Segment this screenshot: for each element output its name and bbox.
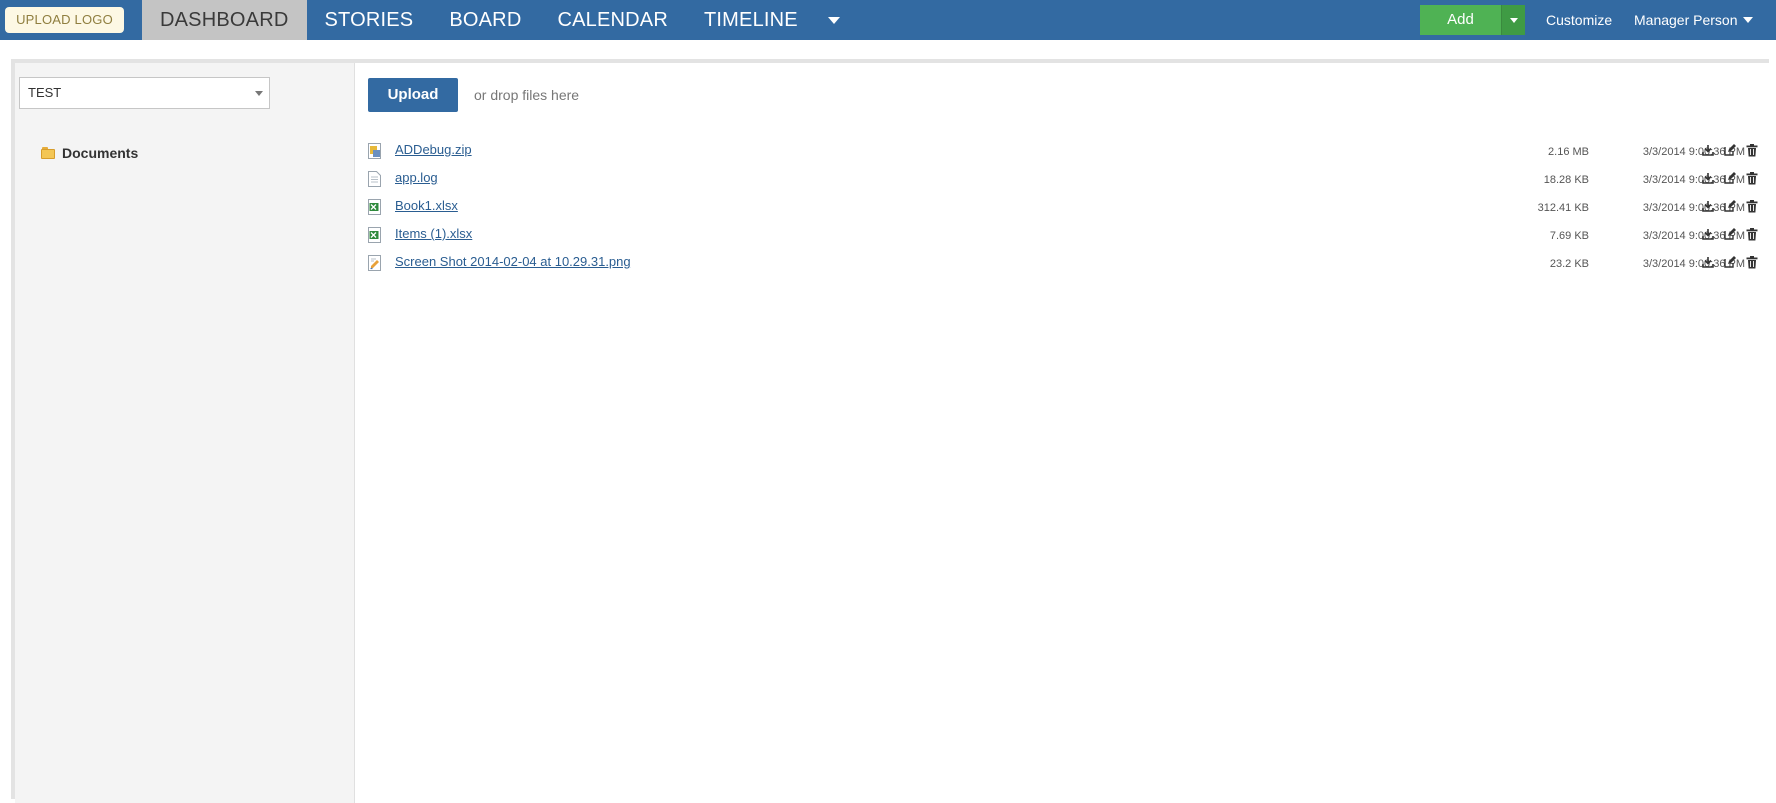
tab-stories[interactable]: STORIES (307, 0, 432, 40)
edit-icon[interactable] (1723, 171, 1737, 185)
project-select-value: TEST (28, 85, 62, 100)
trash-icon[interactable] (1745, 199, 1759, 213)
file-size: 2.16 MB (1548, 146, 1589, 158)
add-button[interactable]: Add (1420, 5, 1501, 35)
top-navigation-bar: UPLOAD LOGO DASHBOARD STORIES BOARD CALE… (0, 0, 1776, 40)
chevron-down-icon (255, 91, 263, 96)
file-row: app.log 18.28 KB 3/3/2014 9:00:36 PM (368, 165, 1769, 193)
folder-documents[interactable]: Documents (41, 145, 138, 161)
file-actions (1701, 171, 1759, 185)
customize-link[interactable]: Customize (1546, 0, 1612, 40)
trash-icon[interactable] (1745, 171, 1759, 185)
content-frame: TEST Documents Upload or drop files here… (11, 59, 1769, 803)
edit-icon[interactable] (1723, 199, 1737, 213)
edit-icon[interactable] (1723, 227, 1737, 241)
file-size: 18.28 KB (1543, 174, 1589, 186)
image-file-icon (368, 255, 382, 271)
download-icon[interactable] (1701, 227, 1715, 241)
edit-icon[interactable] (1723, 255, 1737, 269)
zip-file-icon (368, 143, 382, 159)
text-file-icon (368, 171, 382, 187)
file-name-link[interactable]: Screen Shot 2014-02-04 at 10.29.31.png (395, 254, 631, 269)
file-actions (1701, 227, 1759, 241)
upload-button[interactable]: Upload (368, 78, 458, 112)
file-actions (1701, 255, 1759, 269)
file-name-link[interactable]: app.log (395, 170, 438, 185)
file-row: Items (1).xlsx 7.69 KB 3/3/2014 9:00:36 … (368, 221, 1769, 249)
add-button-group: Add (1420, 5, 1525, 35)
file-row: Screen Shot 2014-02-04 at 10.29.31.png 2… (368, 249, 1769, 277)
download-icon[interactable] (1701, 143, 1715, 157)
chevron-down-icon (1509, 17, 1518, 23)
download-icon[interactable] (1701, 171, 1715, 185)
download-icon[interactable] (1701, 199, 1715, 213)
file-row: ADDebug.zip 2.16 MB 3/3/2014 9:00:36 PM (368, 137, 1769, 165)
folder-label: Documents (62, 145, 139, 161)
trash-icon[interactable] (1745, 227, 1759, 241)
file-list: ADDebug.zip 2.16 MB 3/3/2014 9:00:36 PM … (368, 137, 1769, 277)
folder-icon (41, 146, 55, 159)
drop-zone-hint[interactable]: or drop files here (474, 78, 579, 112)
download-icon[interactable] (1701, 255, 1715, 269)
file-name-link[interactable]: Items (1).xlsx (395, 226, 472, 241)
excel-file-icon (368, 199, 382, 215)
trash-icon[interactable] (1745, 143, 1759, 157)
chevron-down-icon (1742, 17, 1753, 23)
tab-board[interactable]: BOARD (431, 0, 539, 40)
file-actions (1701, 199, 1759, 213)
tab-calendar[interactable]: CALENDAR (539, 0, 686, 40)
tab-timeline[interactable]: TIMELINE (686, 0, 816, 40)
tab-dashboard[interactable]: DASHBOARD (142, 0, 307, 40)
file-panel: Upload or drop files here ADDebug.zip 2.… (356, 63, 1769, 803)
upload-logo-button[interactable]: UPLOAD LOGO (5, 7, 124, 33)
file-size: 312.41 KB (1537, 202, 1589, 214)
user-name: Manager Person (1634, 12, 1738, 28)
trash-icon[interactable] (1745, 255, 1759, 269)
project-select[interactable]: TEST (19, 77, 270, 109)
edit-icon[interactable] (1723, 143, 1737, 157)
main-nav: DASHBOARD STORIES BOARD CALENDAR TIMELIN… (142, 0, 852, 40)
file-size: 7.69 KB (1549, 230, 1589, 242)
file-name-link[interactable]: Book1.xlsx (395, 198, 458, 213)
add-dropdown-toggle[interactable] (1501, 5, 1525, 35)
file-name-link[interactable]: ADDebug.zip (395, 142, 472, 157)
sidebar: TEST Documents (15, 63, 355, 803)
file-row: Book1.xlsx 312.41 KB 3/3/2014 9:00:36 PM (368, 193, 1769, 221)
file-actions (1701, 143, 1759, 157)
nav-more-button[interactable] (816, 0, 852, 40)
excel-file-icon (368, 227, 382, 243)
user-menu[interactable]: Manager Person (1634, 0, 1753, 40)
file-size: 23.2 KB (1549, 258, 1589, 270)
chevron-down-icon (827, 16, 840, 24)
